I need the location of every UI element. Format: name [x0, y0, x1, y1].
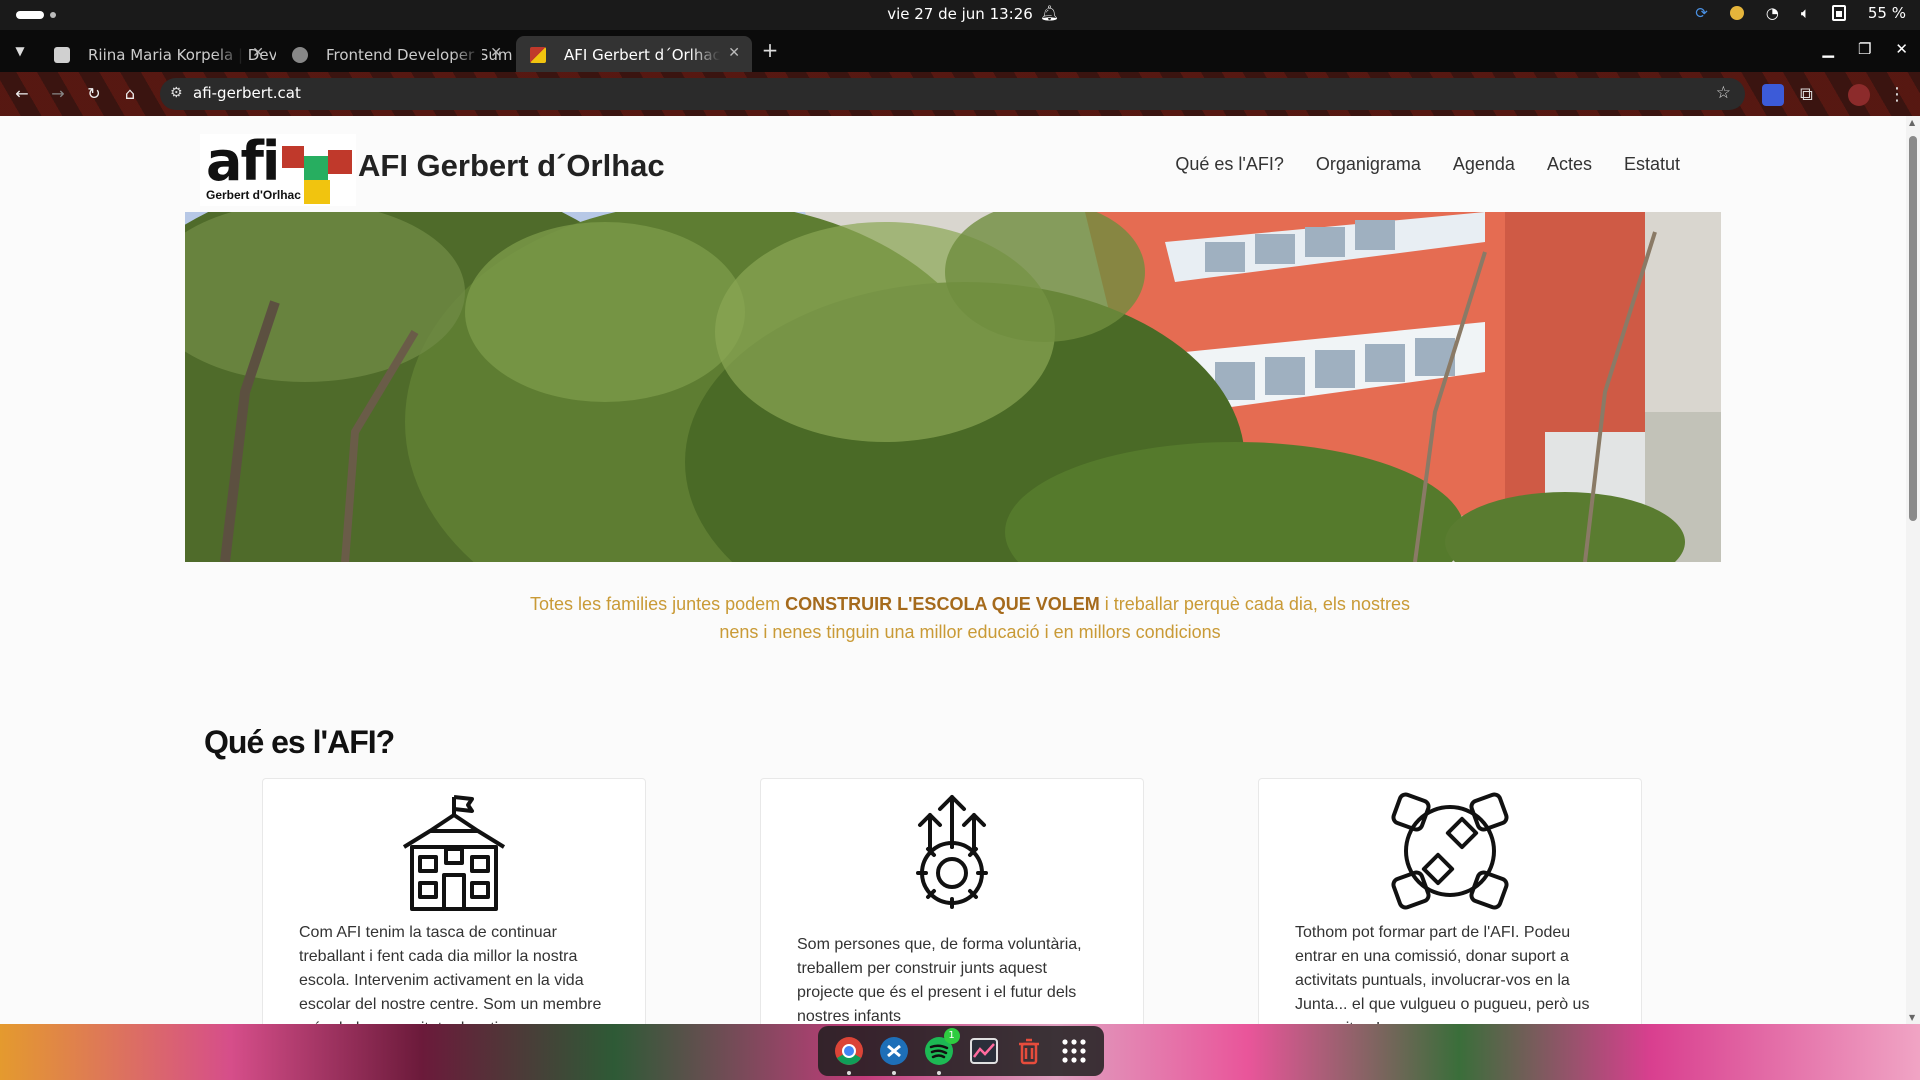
site-logo[interactable]: afi Gerbert d'Orlhac [200, 130, 356, 206]
reload-icon[interactable]: ↻ [82, 82, 106, 106]
wifi-icon: ◔ [1765, 4, 1779, 22]
home-icon[interactable]: ⌂ [118, 82, 142, 106]
school-building-photo [185, 212, 1721, 562]
battery-percent: 55 % [1867, 4, 1906, 22]
dock-spotify[interactable]: 1 [922, 1028, 960, 1075]
dock-vscode[interactable] [877, 1034, 911, 1075]
kebab-menu-icon[interactable]: ⋮ [1886, 84, 1908, 106]
system-top-bar: vie 27 de jun 13:26 🔔︎ ⟳ ◔ 🔈︎ 55 % [0, 0, 1920, 30]
site-title[interactable]: AFI Gerbert d´Orlhac [358, 148, 665, 184]
notification-bell-icon[interactable]: 🔔︎ [1040, 4, 1059, 22]
nav-link-agenda[interactable]: Agenda [1453, 154, 1515, 175]
dock-app-grid[interactable] [1057, 1034, 1091, 1068]
nav-link-organigrama[interactable]: Organigrama [1316, 154, 1421, 175]
tab-strip: ▼ Riina Maria Korpela | Dev ✕ Frontend D… [0, 30, 1920, 72]
logo-yellow-square [304, 180, 330, 204]
card-text: Com AFI tenim la tasca de continuar treb… [299, 924, 602, 1024]
trash-icon [1018, 1038, 1039, 1065]
hero-image [185, 212, 1721, 562]
volume-icon: 🔈︎ [1800, 4, 1810, 22]
nav-link-que-es[interactable]: Qué es l'AFI? [1175, 154, 1283, 175]
info-card-2: Som persones que, de forma voluntària, t… [760, 778, 1144, 1024]
clock[interactable]: vie 27 de jun 13:26 [887, 5, 1033, 23]
scroll-down-arrow-icon[interactable]: ▼ [1909, 1013, 1915, 1022]
minimize-icon[interactable]: ▁ [1822, 40, 1834, 58]
tab-title: Frontend Developer Sum [326, 46, 513, 64]
close-tab-icon[interactable]: ✕ [252, 45, 264, 61]
sync-icon: ⟳ [1695, 4, 1708, 22]
school-icon [402, 795, 506, 911]
afi-favicon-icon [530, 47, 546, 63]
dock-system-monitor[interactable] [967, 1034, 1001, 1068]
logo-subtitle: Gerbert d'Orlhac [206, 188, 301, 202]
url-text[interactable]: afi-gerbert.cat [193, 84, 301, 102]
bookmark-star-icon[interactable]: ☆ [1716, 83, 1731, 103]
site-info-icon[interactable]: ⚙ [170, 85, 183, 101]
tagline-emphasis: CONSTRUIR L'ESCOLA QUE VOLEM [785, 594, 1100, 614]
scroll-up-arrow-icon[interactable]: ▲ [1909, 118, 1915, 127]
tagline-start: Totes les families juntes podem [530, 594, 786, 614]
section-title: Qué es l'AFI? [204, 724, 395, 760]
close-tab-icon[interactable]: ✕ [490, 45, 502, 61]
nav-link-actes[interactable]: Actes [1547, 154, 1592, 175]
system-tray[interactable]: ⟳ ◔ 🔈︎ 55 % [1695, 4, 1906, 22]
spotify-badge: 1 [943, 1028, 960, 1044]
main-nav: Qué es l'AFI? Organigrama Agenda Actes E… [1175, 154, 1680, 175]
address-bar[interactable]: ⚙ afi-gerbert.cat ☆ [160, 78, 1745, 110]
window-controls: ▁ ❐ ✕ [1822, 40, 1908, 58]
forward-arrow-icon[interactable]: → [46, 82, 70, 106]
profile-avatar-icon[interactable] [1848, 84, 1870, 106]
codepen-favicon-icon [54, 47, 70, 63]
activities-indicator[interactable] [16, 11, 44, 19]
growth-gear-icon [916, 795, 988, 909]
back-arrow-icon[interactable]: ← [10, 82, 34, 106]
card-text: Som persones que, de forma voluntària, t… [797, 936, 1082, 1024]
page-scrollbar[interactable]: ▲ ▼ [1906, 116, 1920, 1024]
tab-title: Riina Maria Korpela | Dev [88, 46, 276, 64]
info-card-1: Com AFI tenim la tasca de continuar treb… [262, 778, 646, 1024]
close-window-icon[interactable]: ✕ [1895, 40, 1908, 58]
extension-icon[interactable] [1762, 84, 1784, 106]
close-tab-icon[interactable]: ✕ [728, 45, 740, 61]
chrome-icon [834, 1037, 863, 1065]
site-header: afi Gerbert d'Orlhac AFI Gerbert d´Orlha… [200, 130, 1720, 206]
browser-toolbar: ← → ↻ ⌂ ⚙ afi-gerbert.cat ☆ ⧉ ⋮ [0, 72, 1920, 116]
card-text: Tothom pot formar part de l'AFI. Podeu e… [1295, 924, 1590, 1024]
globe-favicon-icon [292, 47, 308, 63]
logo-green-square [304, 156, 328, 182]
new-tab-plus-icon[interactable]: + [758, 39, 782, 63]
app-grid-icon [1061, 1039, 1086, 1063]
tab-frontend[interactable]: Frontend Developer Sum ✕ [278, 36, 514, 72]
logo-red-square [282, 146, 304, 168]
puzzle-extensions-icon[interactable]: ⧉ [1800, 84, 1822, 106]
tagline: Totes les families juntes podem CONSTRUI… [520, 590, 1420, 646]
battery-icon [1831, 5, 1846, 21]
dock: 1 [818, 1026, 1104, 1076]
logo-red-square-2 [328, 150, 352, 174]
dock-chrome[interactable] [832, 1034, 866, 1075]
info-card-3: Tothom pot formar part de l'AFI. Podeu e… [1258, 778, 1642, 1024]
hands-circle-icon [1391, 792, 1509, 910]
nav-link-estatut[interactable]: Estatut [1624, 154, 1680, 175]
maximize-icon[interactable]: ❐ [1858, 40, 1871, 58]
web-page: afi Gerbert d'Orlhac AFI Gerbert d´Orlha… [0, 116, 1920, 1024]
app-indicator-icon [1729, 6, 1744, 20]
workspace-dot [50, 12, 56, 18]
tab-afi[interactable]: AFI Gerbert d´Orlhac ✕ [516, 36, 752, 72]
tab-riina[interactable]: Riina Maria Korpela | Dev ✕ [40, 36, 276, 72]
dock-trash[interactable] [1012, 1034, 1046, 1068]
tab-search-chevron-icon[interactable]: ▼ [8, 39, 32, 63]
vscode-icon [879, 1037, 908, 1065]
scrollbar-thumb[interactable] [1909, 136, 1917, 521]
logo-text: afi [206, 130, 280, 193]
system-monitor-icon [969, 1038, 998, 1064]
